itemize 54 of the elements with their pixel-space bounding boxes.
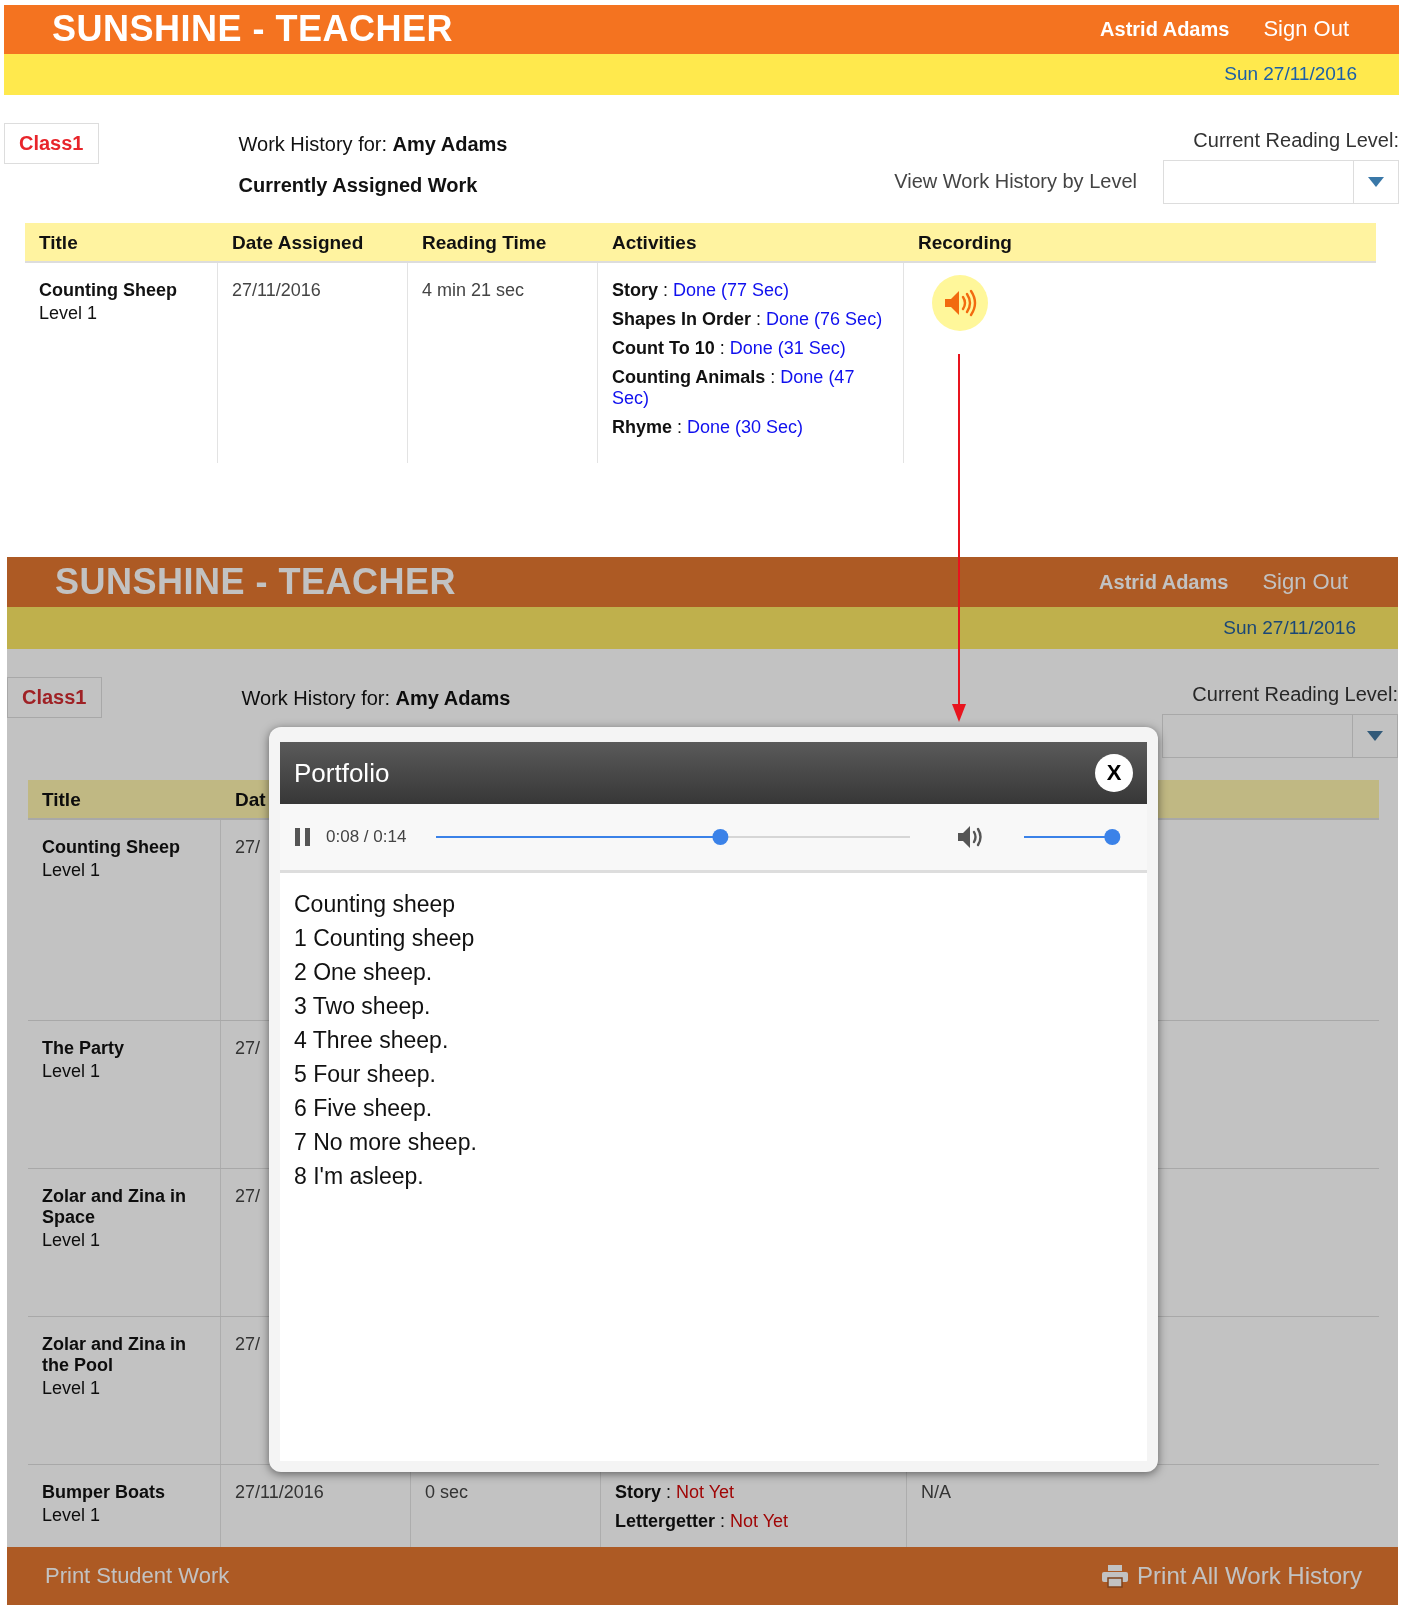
book-title: Counting Sheep <box>42 837 181 858</box>
printer-icon <box>1102 1565 1129 1588</box>
book-title: Zolar and Zina in Space <box>42 1186 187 1228</box>
book-level: Level 1 <box>42 1061 102 1082</box>
column-header: Date Assigned <box>218 223 408 261</box>
user-name: Astrid Adams <box>1100 17 1230 41</box>
activity-status: Count To 10 : Done (31 Sec) <box>612 338 847 359</box>
app-title: SUNSHINE - TEACHER <box>55 561 458 603</box>
current-date: Sun 27/11/2016 <box>1224 63 1357 86</box>
user-name: Astrid Adams <box>1099 570 1229 594</box>
book-level: Level 1 <box>42 1230 102 1251</box>
date-cell: 27/11/2016 <box>218 263 408 463</box>
view-by-level-link[interactable]: View Work History by Level <box>894 170 1137 193</box>
book-title: Bumper Boats <box>42 1482 167 1503</box>
dropdown-arrow-icon <box>1367 731 1383 741</box>
work-history-heading: Work History for: Amy Adams <box>241 687 512 710</box>
class-tab[interactable]: Class1 <box>7 677 102 718</box>
reading-level-label: Current Reading Level: <box>1192 683 1398 706</box>
recording-cell-text: N/A <box>921 1482 952 1503</box>
activity-status: Counting Animals : Done (47 Sec) <box>612 367 856 409</box>
reading-time-cell: 4 min 21 sec <box>408 263 598 463</box>
class-tab[interactable]: Class1 <box>4 122 99 164</box>
activity-status: Rhyme : Done (30 Sec) <box>612 417 805 438</box>
activity-status: Story : Done (77 Sec) <box>612 280 791 301</box>
activity-status: Shapes In Order : Done (76 Sec) <box>612 309 884 330</box>
book-title: The Party <box>42 1038 126 1059</box>
book-level: Level 1 <box>42 1378 102 1399</box>
section-heading: Currently Assigned Work <box>238 173 479 197</box>
book-level: Level 1 <box>42 860 102 881</box>
close-button[interactable]: X <box>1095 754 1133 792</box>
pause-icon[interactable] <box>294 827 312 847</box>
speaker-icon <box>945 289 977 317</box>
book-title: Zolar and Zina in the Pool <box>42 1334 187 1376</box>
work-history-heading: Work History for: Amy Adams <box>238 132 509 156</box>
activity-status: Lettergetter : Not Yet <box>615 1511 790 1532</box>
play-recording-button[interactable] <box>932 275 988 331</box>
print-all-history-link[interactable]: Print All Work History <box>1101 1562 1362 1590</box>
column-header: Recording <box>904 223 1364 261</box>
column-header: Reading Time <box>408 223 598 261</box>
sign-out-link[interactable]: Sign Out <box>1263 16 1349 43</box>
activity-status: Story : Not Yet <box>615 1482 736 1503</box>
print-student-work-link[interactable]: Print Student Work <box>45 1563 230 1589</box>
playback-time: 0:08 / 0:14 <box>326 827 407 847</box>
book-level: Level 1 <box>42 1505 102 1526</box>
current-date: Sun 27/11/2016 <box>1223 617 1356 639</box>
column-header: Activities <box>598 223 904 261</box>
book-level: Level 1 <box>39 303 99 324</box>
reading-level-label: Current Reading Level: <box>1193 128 1399 152</box>
book-title: Counting Sheep <box>39 280 178 301</box>
app-title: SUNSHINE - TEACHER <box>52 8 455 51</box>
column-header: Title <box>28 780 221 818</box>
sign-out-link[interactable]: Sign Out <box>1262 569 1348 595</box>
column-header: Title <box>25 223 218 261</box>
dropdown-arrow-icon <box>1368 176 1384 187</box>
